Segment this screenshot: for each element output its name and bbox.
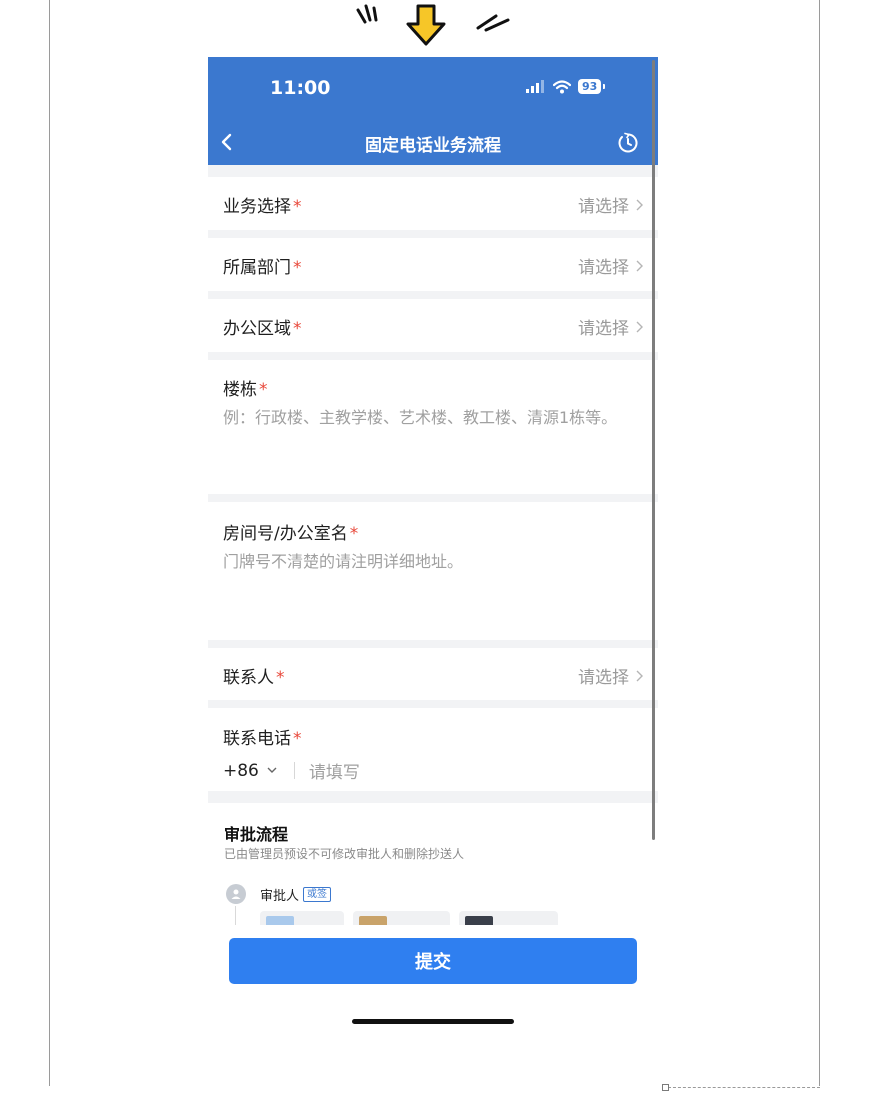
phone-label-wrap: 联系电话 * — [223, 724, 302, 749]
approver-photo — [359, 916, 387, 925]
history-button[interactable] — [616, 131, 640, 155]
document-border-left — [49, 0, 50, 1086]
required-mark: * — [349, 524, 359, 544]
office-area-select-row[interactable]: 办公区域 * 请选择 — [208, 299, 658, 352]
section-gap — [208, 791, 658, 803]
chevron-right-icon — [636, 670, 643, 681]
required-mark: * — [259, 380, 268, 400]
department-value: 请选择 — [578, 258, 629, 278]
required-mark: * — [293, 258, 302, 278]
room-field[interactable]: 房间号/办公室名 * 门牌号不清楚的请注明详细地址。 — [208, 502, 658, 640]
contact-label: 联系人 — [223, 668, 274, 688]
chevron-right-icon — [636, 321, 643, 332]
person-icon — [226, 884, 246, 904]
document-border-right — [819, 0, 820, 1086]
battery-icon: 93 — [578, 79, 602, 94]
phone-label: 联系电话 — [223, 729, 291, 749]
section-gap — [208, 230, 658, 238]
timer-icon — [618, 132, 638, 153]
section-gap — [208, 291, 658, 299]
approver-card[interactable] — [459, 911, 558, 925]
building-label: 楼栋 — [223, 380, 257, 400]
room-label-wrap: 房间号/办公室名 * — [223, 519, 358, 544]
battery-tip — [603, 84, 606, 89]
required-mark: * — [293, 319, 302, 339]
resize-handle[interactable] — [662, 1084, 669, 1091]
section-gap — [208, 165, 658, 177]
business-label-wrap: 业务选择 * — [223, 192, 302, 217]
chevron-right-icon — [636, 199, 643, 210]
timeline-line — [235, 906, 236, 925]
phone-field: 联系电话 * +86 请填写 — [208, 708, 658, 791]
office-area-label: 办公区域 — [223, 319, 291, 339]
office-area-value: 请选择 — [578, 319, 629, 339]
approver-photo — [465, 916, 493, 925]
office-area-label-wrap: 办公区域 * — [223, 314, 302, 339]
office-area-value-wrap: 请选择 — [578, 314, 643, 339]
required-mark: * — [293, 197, 302, 217]
app-header: 11:00 93 固定电话业务流程 — [208, 57, 658, 165]
wifi-icon — [553, 79, 571, 93]
section-gap — [208, 700, 658, 708]
room-label: 房间号/办公室名 — [223, 524, 348, 544]
business-value-wrap: 请选择 — [578, 192, 643, 217]
submit-button[interactable]: 提交 — [229, 938, 637, 984]
section-gap — [208, 352, 658, 360]
contact-value: 请选择 — [578, 668, 629, 688]
business-label: 业务选择 — [223, 197, 291, 217]
approver-label: 审批人 — [260, 888, 300, 904]
required-mark: * — [276, 668, 285, 688]
business-select-row[interactable]: 业务选择 * 请选择 — [208, 177, 658, 230]
approval-subtitle: 已由管理员预设不可修改审批人和删除抄送人 — [224, 847, 465, 861]
approver-card[interactable] — [260, 911, 344, 925]
department-label: 所属部门 — [223, 258, 291, 278]
required-mark: * — [293, 729, 302, 749]
approval-section: 审批流程 已由管理员预设不可修改审批人和删除抄送人 审批人 或签 — [208, 803, 658, 925]
department-select-row[interactable]: 所属部门 * 请选择 — [208, 238, 658, 291]
signal-icon — [526, 80, 544, 93]
approver-photo — [266, 916, 294, 925]
department-value-wrap: 请选择 — [578, 253, 643, 278]
down-arrow-sticker — [356, 4, 510, 46]
department-label-wrap: 所属部门 * — [223, 253, 302, 278]
chevron-down-icon[interactable] — [267, 767, 277, 774]
phone-screen: 11:00 93 固定电话业务流程 业务选择 * 请选择 所属部门 * 请选择 … — [208, 57, 658, 1052]
room-textarea[interactable]: 门牌号不清楚的请注明详细地址。 — [223, 552, 638, 572]
country-code-select[interactable]: +86 — [223, 761, 259, 781]
status-time: 11:00 — [270, 77, 331, 99]
status-icons: 93 — [526, 79, 606, 94]
approver-row: 审批人 或签 — [226, 884, 332, 904]
section-gap — [208, 640, 658, 648]
approval-title: 审批流程 — [224, 825, 289, 844]
selection-dashed-line — [668, 1087, 820, 1088]
contact-select-row[interactable]: 联系人 * 请选择 — [208, 648, 658, 700]
phone-input-line: +86 请填写 — [223, 758, 360, 784]
chevron-right-icon — [636, 260, 643, 271]
phone-input[interactable]: 请填写 — [309, 758, 360, 783]
footer-bar: 提交 — [208, 925, 658, 1052]
building-label-wrap: 楼栋 * — [223, 375, 268, 400]
contact-value-wrap: 请选择 — [578, 663, 643, 688]
or-sign-badge: 或签 — [303, 886, 332, 902]
approver-card[interactable] — [353, 911, 450, 925]
scrollbar[interactable] — [652, 60, 655, 840]
business-value: 请选择 — [578, 197, 629, 217]
section-gap — [208, 494, 658, 502]
contact-label-wrap: 联系人 * — [223, 663, 285, 688]
building-textarea[interactable]: 例：行政楼、主教学楼、艺术楼、教工楼、清源1栋等。 — [223, 408, 638, 428]
input-divider — [293, 762, 295, 779]
home-indicator — [352, 1019, 514, 1024]
building-field[interactable]: 楼栋 * 例：行政楼、主教学楼、艺术楼、教工楼、清源1栋等。 — [208, 360, 658, 494]
page-title: 固定电话业务流程 — [365, 136, 501, 156]
